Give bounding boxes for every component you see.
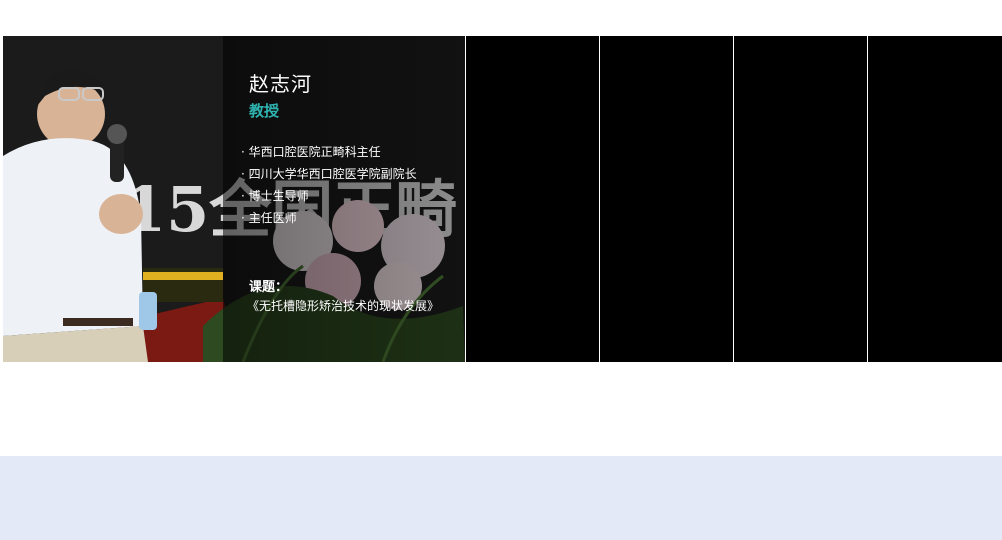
bio-item: 主任医师 (241, 210, 417, 232)
speaker-slide-thumbnail[interactable] (867, 36, 1002, 362)
topic-title: 《无托槽隐形矫治技术的现状发展》 (247, 299, 440, 313)
footer-band (0, 456, 1002, 540)
featured-speaker-slide[interactable]: 15全国正畸 (3, 36, 465, 362)
speaker-title: 教授 (249, 102, 280, 120)
speaker-slider: 15全国正畸 (3, 36, 1002, 362)
speaker-slide-thumbnail[interactable] (465, 36, 599, 362)
bio-item: 华西口腔医院正畸科主任 (241, 144, 417, 166)
speaker-bio-list: 华西口腔医院正畸科主任 四川大学华西口腔医学院副院长 博士生导师 主任医师 (241, 144, 417, 232)
bio-item: 四川大学华西口腔医学院副院长 (241, 166, 417, 188)
speaker-slide-thumbnail[interactable] (733, 36, 867, 362)
topic-label: 课题： (249, 280, 289, 295)
bio-item: 博士生导师 (241, 188, 417, 210)
speaker-slide-thumbnail[interactable] (599, 36, 733, 362)
speaker-name: 赵志河 (249, 72, 312, 96)
